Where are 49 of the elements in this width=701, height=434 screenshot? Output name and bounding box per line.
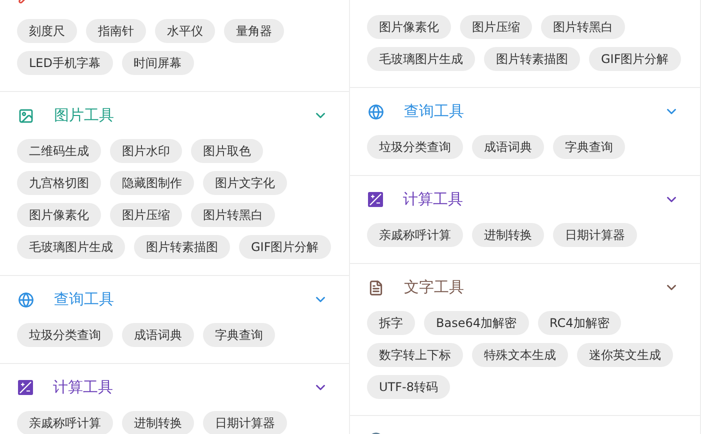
tool-chip[interactable]: 图片压缩 [110,203,182,227]
section-title: 查询工具 [54,290,114,308]
tool-chip[interactable]: 水平仪 [155,19,215,43]
tool-chip[interactable]: 日期计算器 [553,223,637,247]
tool-chip[interactable]: 成语词典 [472,135,544,159]
tool-chip[interactable]: RC4加解密 [538,311,622,335]
tool-chip[interactable]: 量角器 [224,19,284,43]
tool-chip[interactable]: 隐藏图制作 [110,171,194,195]
tool-chip[interactable]: 亲戚称呼计算 [367,223,463,247]
tool-chip[interactable]: 字典查询 [553,135,625,159]
tool-chip[interactable]: Base64加解密 [424,311,528,335]
section-title: 查询工具 [404,102,464,120]
tool-chip[interactable]: 迷你英文生成 [577,343,673,367]
tool-chip[interactable]: 垃圾分类查询 [367,135,463,159]
tool-chip[interactable]: 日期计算器 [203,411,287,434]
tool-chip[interactable]: 成语词典 [122,323,194,347]
section-title: 图片工具 [54,106,114,124]
tool-chip[interactable]: 数字转上下标 [367,343,463,367]
tool-chip[interactable]: GIF图片分解 [239,235,331,259]
tool-chip[interactable]: 进制转换 [472,223,544,247]
section-title: 计算工具 [53,378,113,396]
tool-chip[interactable]: 二维码生成 [17,139,101,163]
tool-chip[interactable]: 毛玻璃图片生成 [367,47,475,71]
tool-chip[interactable]: 图片像素化 [367,15,451,39]
section-title: 文字工具 [404,278,464,296]
tool-chip[interactable]: 拆字 [367,311,415,335]
tool-chip[interactable]: 图片压缩 [460,15,532,39]
tool-chip[interactable]: 字典查询 [203,323,275,347]
tool-chip[interactable]: 九宫格切图 [17,171,101,195]
tool-chip[interactable]: UTF-8转码 [367,375,450,399]
tool-chip[interactable]: 垃圾分类查询 [17,323,113,347]
tool-chip[interactable]: 指南针 [86,19,146,43]
tool-chip[interactable]: 进制转换 [122,411,194,434]
tool-chip[interactable]: 图片取色 [191,139,263,163]
tool-chip[interactable]: 图片转黑白 [541,15,625,39]
tool-chip[interactable]: GIF图片分解 [589,47,681,71]
section-title: 计算工具 [403,190,463,208]
tool-chip[interactable]: 特殊文本生成 [472,343,568,367]
tool-chip[interactable]: 毛玻璃图片生成 [17,235,125,259]
tool-chip[interactable]: 图片转素描图 [484,47,580,71]
tool-chip[interactable]: 图片像素化 [17,203,101,227]
tool-chip[interactable]: 时间屏幕 [122,51,194,75]
tool-chip[interactable]: 图片文字化 [203,171,287,195]
tool-chip[interactable]: LED手机字幕 [17,51,113,75]
tool-chip[interactable]: 图片水印 [110,139,182,163]
tool-chip[interactable]: 刻度尺 [17,19,77,43]
tool-chip[interactable]: 图片转黑白 [191,203,275,227]
tool-chip[interactable]: 亲戚称呼计算 [17,411,113,434]
tool-chip[interactable]: 图片转素描图 [134,235,230,259]
